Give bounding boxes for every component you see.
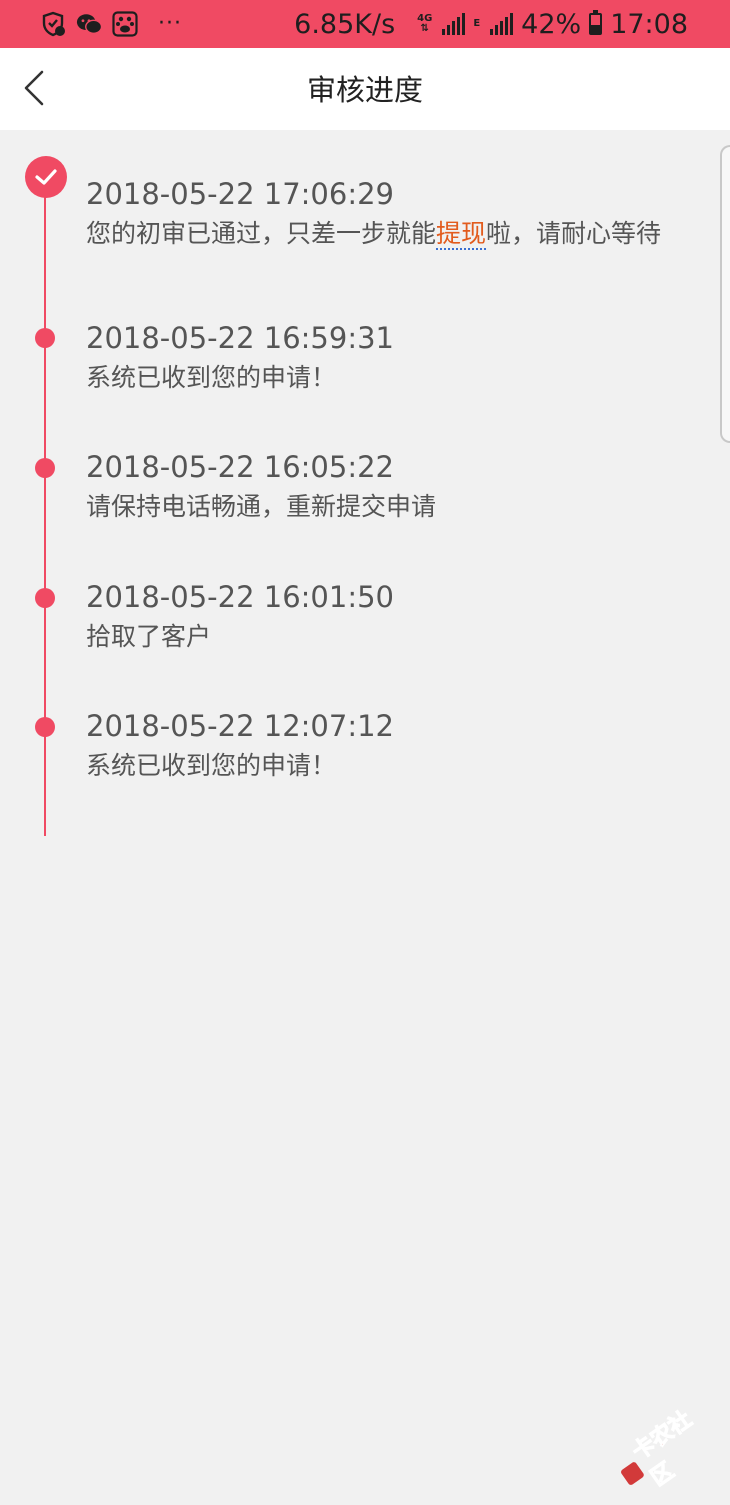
timeline-item-time: 2018-05-22 16:01:50: [86, 579, 394, 615]
network-sub-label: E: [473, 19, 480, 29]
message-text: 您的初审已通过，只差一步就能: [86, 219, 436, 248]
battery-icon: [589, 13, 602, 35]
network-sub-type: E: [473, 19, 480, 29]
timeline-item-time: 2018-05-22 16:05:22: [86, 449, 394, 485]
status-bar: ··· 6.85K/s 4G ⇅ E 42% 17:08: [0, 0, 730, 48]
battery-fill: [591, 25, 600, 33]
timeline-dot: [35, 588, 55, 608]
watermark: 卡农社区: [608, 1397, 724, 1504]
timeline-dot: [35, 328, 55, 348]
timeline-item-message: 您的初审已通过，只差一步就能提现啦，请耐心等待: [86, 217, 661, 251]
completed-check-icon: [25, 156, 67, 198]
timeline-item-time: 2018-05-22 12:07:12: [86, 708, 394, 744]
shield-notification-icon: [40, 11, 66, 37]
timeline-item-message: 系统已收到您的申请！: [86, 749, 336, 783]
wechat-icon: [76, 11, 102, 37]
timeline-item-time: 2018-05-22 17:06:29: [86, 176, 394, 212]
page-title: 审核进度: [0, 70, 730, 110]
data-arrows-icon: ⇅: [421, 24, 429, 34]
timeline-item-message: 请保持电话畅通，重新提交申请: [86, 490, 436, 524]
signal-strength-icon: [442, 13, 465, 35]
message-text: 啦，请耐心等待: [486, 219, 661, 248]
more-notifications-icon: ···: [158, 13, 182, 35]
timeline-item-message: 系统已收到您的申请！: [86, 361, 336, 395]
timeline-item-time: 2018-05-22 16:59:31: [86, 320, 394, 356]
notification-icons: ···: [40, 10, 182, 38]
signal-strength-2-icon: [490, 13, 513, 35]
system-indicators: 6.85K/s 4G ⇅ E 42% 17:08: [294, 8, 688, 40]
battery-percent: 42%: [521, 9, 581, 40]
baidu-paw-icon: [112, 11, 138, 37]
clock: 17:08: [610, 9, 688, 40]
withdraw-link[interactable]: 提现: [436, 219, 486, 250]
network-speed: 6.85K/s: [294, 9, 395, 40]
nav-bar: 审核进度: [0, 48, 730, 130]
timeline-dot: [35, 717, 55, 737]
edge-panel-handle[interactable]: [720, 145, 730, 443]
timeline-item-message: 拾取了客户: [86, 620, 211, 654]
network-type-icon: 4G ⇅: [417, 14, 432, 34]
timeline-dot: [35, 458, 55, 478]
timeline-line: [44, 178, 46, 836]
